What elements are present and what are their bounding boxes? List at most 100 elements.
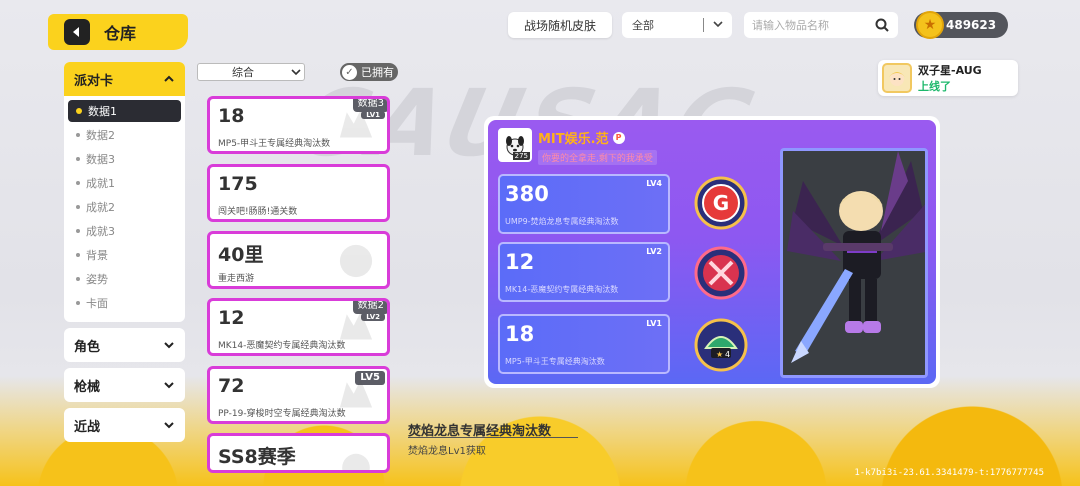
subcategory-item[interactable]: 数据3 [68,148,181,170]
currency-amount: 489623 [946,18,997,32]
currency-display: ★ 489623 [914,11,1008,39]
category-party-card: 派对卡 数据1 数据2 数据3 成就1 成就2 成就3 背景 姿势 卡面 [64,62,185,322]
subcategory-item[interactable]: 卡面 [68,292,181,314]
subcategory-label: 卡面 [86,297,108,310]
sort-dropdown[interactable]: 综合 [197,63,305,81]
subcategory-item[interactable]: 成就2 [68,196,181,218]
stat-level: LV1 [646,319,662,328]
card-description: 闯关吧!肠肠!通关数 [218,207,298,217]
category-role[interactable]: 角色 [64,328,185,362]
party-card-item[interactable]: 18 MP5-甲斗王专属经典淘汰数 LV1 数据3 [207,96,390,154]
bullet-dot-icon [76,157,80,161]
bullet-dot-icon [76,205,80,209]
stat-slot: 12 MK14-恶魔契约专属经典淘汰数 LV2 [498,242,670,302]
chevron-down-icon [164,342,174,349]
selected-item-source: 焚焰龙息Lv1获取 [408,446,486,457]
party-card-preview: 275 MIT娱乐.范 P 你要的全拿走,剩下的我承受 380 UMP9-焚焰龙… [484,116,940,388]
character-model-icon [783,151,925,375]
friend-status: 上线了 [918,80,951,93]
owned-label: 已拥有 [361,66,394,79]
subcategory-label: 成就3 [86,225,115,238]
chevron-down-icon [291,64,301,80]
player-signature: 你要的全拿走,剩下的我承受 [538,150,657,165]
friend-name: 双子星-AUG [918,64,982,77]
category-party-card-header[interactable]: 派对卡 [64,62,185,96]
owned-filter-toggle[interactable]: ✓ 已拥有 [340,63,398,81]
g-emblem-medal-icon: G [694,176,748,230]
bullet-dot-icon [76,108,82,114]
footer-divider [408,437,578,438]
subcategory-item[interactable]: 成就3 [68,220,181,242]
card-description: MK14-恶魔契约专属经典淘汰数 [218,341,346,351]
category-sidebar: 派对卡 数据1 数据2 数据3 成就1 成就2 成就3 背景 姿势 卡面 角色 … [64,62,185,442]
back-button[interactable] [64,19,90,45]
friend-avatar [882,63,912,93]
party-card-preview-inner: 275 MIT娱乐.范 P 你要的全拿走,剩下的我承受 380 UMP9-焚焰龙… [488,120,936,384]
party-card-item[interactable]: 175 闯关吧!肠肠!通关数 [207,164,390,222]
medal-count: 4 [725,350,730,359]
card-value: SS8赛季 [218,446,296,468]
subcategory-label: 背景 [86,249,108,262]
crossed-swords-medal-icon [694,246,748,300]
category-label: 近战 [74,419,101,435]
category-label: 派对卡 [74,73,114,89]
filter-dropdown[interactable]: 全部 [622,12,732,38]
stat-value: 12 [505,250,535,274]
player-header: 275 MIT娱乐.范 P 你要的全拿走,剩下的我承受 [498,128,657,165]
subcategory-label: 数据3 [86,153,115,166]
page-title: 仓库 [104,24,137,43]
party-card-item[interactable]: 72 PP-19-穿梭时空专属经典淘汰数 LV5 [207,366,390,424]
subcategory-label: 数据2 [86,129,115,142]
chevron-down-icon [164,382,174,389]
chevron-down-icon [164,422,174,429]
bullet-dot-icon [76,181,80,185]
stat-slot: 380 UMP9-焚焰龙息专属经典淘汰数 LV4 [498,174,670,234]
subcategory-list: 数据1 数据2 数据3 成就1 成就2 成就3 背景 姿势 卡面 [64,96,185,322]
category-melee[interactable]: 近战 [64,408,185,442]
card-value: 72 [218,375,245,397]
subcategory-label: 成就1 [86,177,115,190]
stat-slot: 18 MP5-甲斗王专属经典淘汰数 LV1 [498,314,670,374]
player-name-row: MIT娱乐.范 P [538,128,657,147]
party-card-item[interactable]: 40里 重走西游 [207,231,390,289]
stat-value: 18 [505,322,535,346]
page-header: 仓库 [48,14,188,50]
svg-text:★: ★ [716,350,723,359]
subcategory-item[interactable]: 数据1 [68,100,181,122]
filter-divider [703,18,704,32]
card-description: PP-19-穿梭时空专属经典淘汰数 [218,409,346,419]
random-skin-button[interactable]: 战场随机皮肤 [508,12,612,38]
card-value: 12 [218,307,245,329]
back-arrow-icon [73,27,79,37]
subcategory-item[interactable]: 姿势 [68,268,181,290]
character-model-preview [780,148,928,378]
friend-online-notice[interactable]: 双子星-AUG 上线了 [878,60,1018,96]
search-input[interactable] [752,18,868,32]
stat-value: 380 [505,182,549,206]
bullet-dot-icon [76,301,80,305]
subcategory-item[interactable]: 成就1 [68,172,181,194]
party-card-item[interactable]: 12 MK14-恶魔契约专属经典淘汰数 LV2 数据2 [207,298,390,356]
search-icon[interactable] [874,17,890,33]
subcategory-label: 姿势 [86,273,108,286]
subcategory-item[interactable]: 背景 [68,244,181,266]
stat-description: MK14-恶魔契约专属经典淘汰数 [505,285,619,294]
fox-mascot-icon [339,311,373,340]
card-value: 40里 [218,244,264,266]
mascot-icon [342,453,370,470]
star-helmet-medal-icon: ★ 4 [694,318,748,372]
stat-level: LV4 [646,179,662,188]
chevron-down-icon [713,16,723,32]
avatar-face-icon [889,72,905,86]
party-card-item[interactable]: SS8赛季 [207,433,390,473]
card-value: 175 [218,173,258,195]
subcategory-label: 数据1 [88,105,117,118]
subcategory-item[interactable]: 数据2 [68,124,181,146]
stat-description: UMP9-焚焰龙息专属经典淘汰数 [505,217,619,226]
fox-mascot-icon [339,379,373,408]
fox-mascot-icon [339,109,373,138]
category-gun[interactable]: 枪械 [64,368,185,402]
card-description: MP5-甲斗王专属经典淘汰数 [218,139,331,149]
bullet-dot-icon [76,133,80,137]
card-description: 重走西游 [218,274,255,284]
